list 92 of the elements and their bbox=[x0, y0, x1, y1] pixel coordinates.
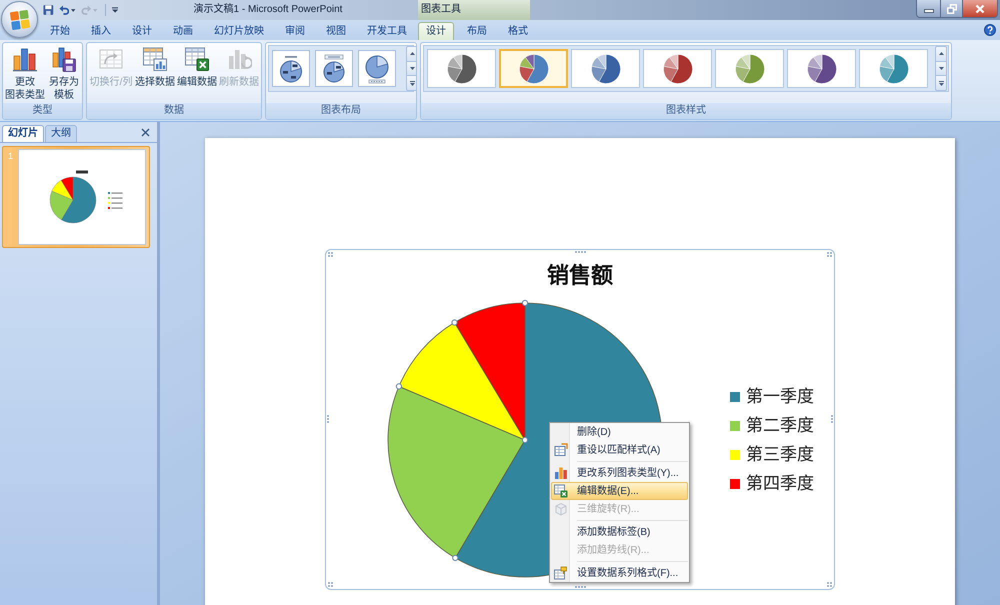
ribbon-tab[interactable]: 开发工具 bbox=[359, 22, 415, 40]
gallery-more-button[interactable] bbox=[406, 76, 416, 92]
office-logo-icon bbox=[8, 8, 30, 30]
menu-item[interactable]: 删除(D) bbox=[551, 423, 688, 441]
scroll-down-button[interactable] bbox=[935, 62, 947, 76]
ribbon-button[interactable]: 编辑数据 bbox=[176, 45, 218, 90]
window-title: 演示文稿1 - Microsoft PowerPoint bbox=[194, 3, 342, 17]
close-icon bbox=[975, 4, 985, 14]
chart-style-option[interactable] bbox=[859, 49, 928, 88]
contextual-tab-header: 图表工具 bbox=[418, 0, 530, 20]
resize-handle-icon[interactable] bbox=[575, 251, 586, 253]
pane-tab[interactable]: 幻灯片 bbox=[2, 125, 44, 142]
chart-disk-icon bbox=[51, 46, 77, 72]
customize-caret-icon[interactable] bbox=[112, 7, 118, 13]
ribbon-tab[interactable]: 动画 bbox=[165, 22, 201, 40]
slide-number: 1 bbox=[8, 151, 14, 161]
selection-handle-icon[interactable] bbox=[522, 300, 528, 306]
pane-tab[interactable]: 大纲 bbox=[45, 125, 77, 142]
scroll-down-button[interactable] bbox=[406, 62, 416, 76]
menu-item[interactable]: 编辑数据(E)... bbox=[551, 482, 688, 500]
caret-down-icon bbox=[410, 67, 414, 70]
selection-handle-icon[interactable] bbox=[522, 436, 528, 444]
minimize-icon bbox=[924, 9, 934, 13]
ribbon-button[interactable]: 另存为 模板 bbox=[46, 45, 82, 103]
legend-label: 第三季度 bbox=[746, 444, 814, 466]
selection-handle-icon[interactable] bbox=[451, 319, 458, 326]
ribbon-group-label: 数据 bbox=[87, 103, 261, 119]
ribbon-tab[interactable]: 开始 bbox=[42, 22, 78, 40]
scroll-up-button[interactable] bbox=[406, 46, 416, 62]
chart-layout-option[interactable] bbox=[315, 50, 353, 87]
menu-item[interactable]: 设置数据系列格式(F)... bbox=[551, 564, 688, 582]
legend-label: 第二季度 bbox=[746, 414, 814, 436]
caret-up-icon bbox=[410, 52, 414, 56]
menu-item[interactable]: 更改系列图表类型(Y)... bbox=[551, 464, 688, 482]
bar-chart-icon bbox=[12, 46, 38, 72]
restore-button[interactable] bbox=[941, 0, 963, 17]
ribbon-tab[interactable]: 插入 bbox=[83, 22, 119, 40]
cube-icon bbox=[554, 502, 568, 516]
menu-item[interactable]: 添加数据标签(B) bbox=[551, 523, 688, 541]
selection-handle-icon[interactable] bbox=[452, 554, 458, 562]
resize-handle-icon[interactable] bbox=[827, 582, 832, 587]
caret-down-icon bbox=[938, 67, 944, 70]
chart-style-option[interactable] bbox=[643, 49, 712, 88]
chart-style-option[interactable] bbox=[715, 49, 784, 88]
caret-down-icon[interactable] bbox=[71, 8, 76, 12]
resize-handle-icon[interactable] bbox=[328, 252, 333, 257]
help-icon[interactable] bbox=[984, 24, 996, 36]
minimize-button[interactable] bbox=[917, 0, 941, 17]
legend-label: 第一季度 bbox=[746, 386, 814, 408]
ribbon-tab[interactable]: 设计 bbox=[124, 22, 160, 40]
resize-handle-icon[interactable] bbox=[575, 586, 586, 588]
resize-handle-icon[interactable] bbox=[328, 582, 333, 587]
ribbon-button[interactable]: 选择数据 bbox=[134, 45, 176, 90]
more-icon bbox=[410, 80, 414, 86]
chart-layout-option[interactable] bbox=[358, 50, 396, 87]
table-roller-icon bbox=[554, 566, 568, 580]
chart-style-option[interactable] bbox=[787, 49, 856, 88]
bar-chart-icon bbox=[554, 466, 568, 480]
resize-handle-icon[interactable] bbox=[827, 252, 832, 257]
ribbon-tab[interactable]: 幻灯片放映 bbox=[206, 22, 272, 40]
close-button[interactable] bbox=[963, 0, 997, 17]
chart-style-option[interactable] bbox=[571, 49, 640, 88]
undo-icon[interactable] bbox=[58, 4, 70, 16]
ribbon-tab[interactable]: 格式 bbox=[500, 22, 536, 40]
ribbon-group-label: 图表布局 bbox=[266, 103, 416, 119]
chart-layout-option[interactable] bbox=[272, 50, 310, 87]
table-cross-icon bbox=[554, 484, 568, 498]
resize-handle-icon[interactable] bbox=[831, 415, 833, 423]
close-icon[interactable] bbox=[141, 128, 150, 136]
ribbon-tab[interactable]: 审阅 bbox=[277, 22, 313, 40]
ribbon-button[interactable]: 更改 图表类型 bbox=[4, 45, 46, 103]
chart-title: 销售额 bbox=[547, 262, 613, 290]
chart-style-option[interactable] bbox=[427, 49, 496, 88]
ribbon-group-label: 类型 bbox=[3, 103, 82, 119]
selection-handle-icon[interactable] bbox=[396, 383, 402, 390]
scroll-up-button[interactable] bbox=[935, 46, 947, 62]
table-corner-icon bbox=[554, 443, 568, 457]
chart-style-option[interactable] bbox=[499, 49, 568, 88]
more-icon bbox=[938, 80, 944, 86]
table-chart-icon bbox=[142, 46, 168, 72]
ribbon-tab[interactable]: 布局 bbox=[459, 22, 495, 40]
legend-label: 第四季度 bbox=[746, 472, 814, 494]
resize-handle-icon[interactable] bbox=[327, 415, 329, 423]
restore-icon bbox=[946, 4, 956, 14]
save-icon[interactable] bbox=[43, 4, 54, 16]
table-cross-icon bbox=[184, 46, 210, 72]
gallery-more-button[interactable] bbox=[935, 76, 947, 92]
caret-up-icon bbox=[938, 52, 944, 56]
ribbon-group-label: 图表样式 bbox=[421, 103, 951, 119]
ribbon-tab[interactable]: 视图 bbox=[318, 22, 354, 40]
menu-item[interactable]: 重设以匹配样式(A) bbox=[551, 441, 688, 459]
ribbon-tab[interactable]: 设计 bbox=[418, 22, 454, 40]
